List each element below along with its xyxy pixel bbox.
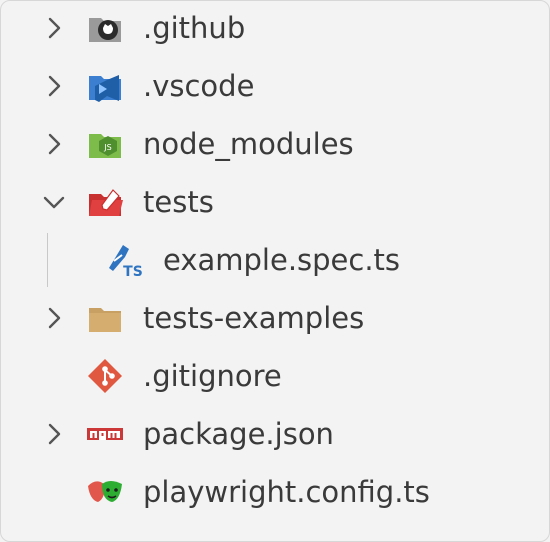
svg-text:TS: TS (123, 264, 143, 280)
tree-item-label: playwright.config.ts (143, 475, 430, 509)
chevron-right-icon[interactable] (39, 303, 69, 333)
tree-item-label: node_modules (143, 127, 354, 161)
file-explorer-tree: .github .vscode JS node_modules tests TS… (0, 0, 550, 542)
tree-item-label: .github (143, 11, 246, 45)
tests-folder-icon (85, 182, 125, 222)
node-folder-icon: JS (85, 124, 125, 164)
npm-icon (85, 414, 125, 454)
github-folder-icon (85, 8, 125, 48)
git-icon (85, 356, 125, 396)
chevron-right-icon[interactable] (39, 129, 69, 159)
vscode-folder-icon (85, 66, 125, 106)
tree-item-github[interactable]: .github (1, 1, 541, 55)
tree-item-label: example.spec.ts (163, 243, 401, 277)
chevron-down-icon[interactable] (39, 187, 69, 217)
tree-item-node-modules[interactable]: JS node_modules (1, 117, 541, 171)
tree-item-label: tests (143, 185, 214, 219)
tree-item-gitignore[interactable]: .gitignore (1, 349, 541, 403)
tree-item-label: .vscode (143, 69, 255, 103)
tree-item-playwright-config[interactable]: playwright.config.ts (1, 465, 541, 519)
playwright-icon (85, 472, 125, 512)
tree-item-example-spec[interactable]: TS example.spec.ts (1, 233, 541, 287)
tree-item-package-json[interactable]: package.json (1, 407, 541, 461)
folder-icon (85, 298, 125, 338)
tree-item-label: .gitignore (143, 359, 282, 393)
chevron-right-icon[interactable] (39, 71, 69, 101)
tree-item-label: tests-examples (143, 301, 365, 335)
typescript-test-file-icon: TS (105, 241, 145, 281)
chevron-right-icon[interactable] (39, 419, 69, 449)
tree-item-vscode[interactable]: .vscode (1, 59, 541, 113)
tree-item-tests[interactable]: tests (1, 175, 541, 229)
tree-item-label: package.json (143, 417, 334, 451)
tree-item-tests-examples[interactable]: tests-examples (1, 291, 541, 345)
svg-text:JS: JS (103, 143, 111, 152)
chevron-right-icon[interactable] (39, 13, 69, 43)
